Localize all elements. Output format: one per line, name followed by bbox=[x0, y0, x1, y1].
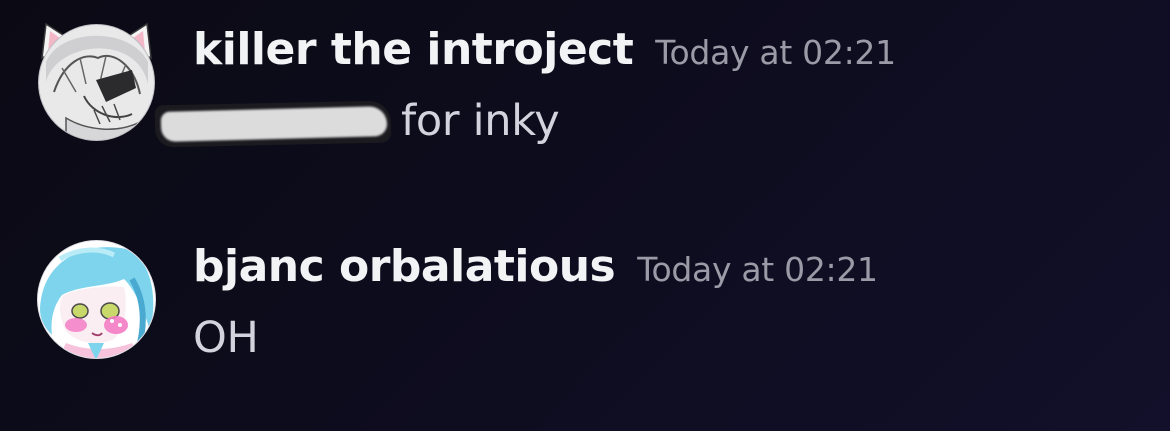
message-text: for inky bbox=[401, 96, 560, 146]
timestamp: Today at 02:21 bbox=[655, 33, 896, 72]
message-header: bjanc orbalatious Today at 02:21 bbox=[193, 241, 878, 292]
username[interactable]: killer the introject bbox=[193, 24, 634, 75]
message-content: OH bbox=[193, 313, 259, 363]
chat-message-list: killer the introject Today at 02:21 for i… bbox=[0, 0, 1170, 431]
user-avatar-icon[interactable] bbox=[36, 239, 157, 360]
message-content: for inky bbox=[154, 96, 560, 149]
user-avatar-icon[interactable] bbox=[36, 22, 157, 143]
message-text: OH bbox=[193, 313, 259, 363]
message-header: killer the introject Today at 02:21 bbox=[193, 24, 896, 75]
timestamp: Today at 02:21 bbox=[637, 250, 878, 289]
redaction-mark bbox=[154, 100, 395, 149]
username[interactable]: bjanc orbalatious bbox=[193, 241, 616, 292]
